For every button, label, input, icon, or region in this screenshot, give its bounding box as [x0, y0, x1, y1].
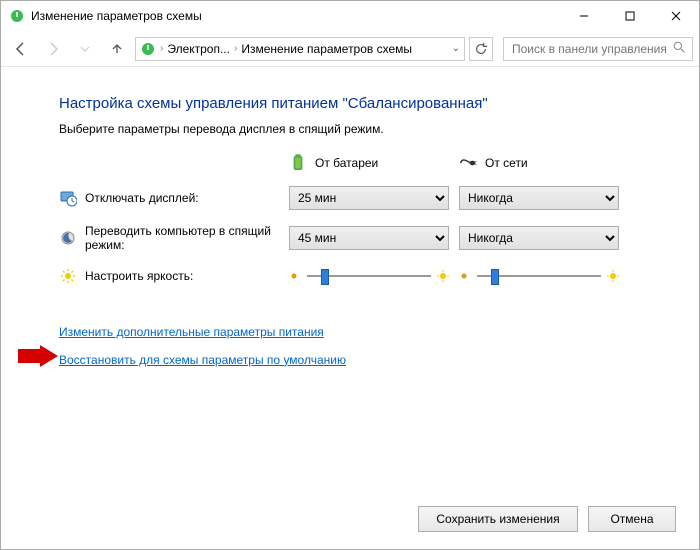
breadcrumb[interactable]: › Электроп... › Изменение параметров схе…: [135, 37, 465, 61]
row-brightness: Настроить яркость:: [59, 267, 289, 285]
maximize-button[interactable]: [607, 1, 653, 31]
moon-icon: [59, 229, 77, 247]
slider-thumb[interactable]: [491, 269, 499, 285]
link-advanced-power-settings[interactable]: Изменить дополнительные параметры питани…: [59, 325, 324, 339]
brightness-battery-slider[interactable]: [289, 268, 449, 284]
brightness-low-icon: [289, 270, 301, 282]
control-panel-icon: [140, 41, 156, 57]
battery-icon: [289, 154, 307, 172]
brightness-low-icon: [459, 270, 471, 282]
titlebar: Изменение параметров схемы: [1, 1, 699, 31]
monitor-timer-icon: [59, 189, 77, 207]
brightness-high-icon: [607, 270, 619, 282]
sun-icon: [59, 267, 77, 285]
window-title: Изменение параметров схемы: [31, 9, 561, 23]
app-icon: [9, 8, 25, 24]
minimize-button[interactable]: [561, 1, 607, 31]
search-icon: [673, 41, 686, 57]
brightness-high-icon: [437, 270, 449, 282]
up-button[interactable]: [103, 35, 131, 63]
display-battery-select[interactable]: 25 мин: [289, 186, 449, 210]
page-subheading: Выберите параметры перевода дисплея в сп…: [59, 122, 669, 136]
slider-thumb[interactable]: [321, 269, 329, 285]
chevron-right-icon: ›: [234, 43, 237, 54]
breadcrumb-item-2[interactable]: Изменение параметров схемы: [241, 42, 412, 56]
breadcrumb-item-1[interactable]: Электроп...: [167, 42, 230, 56]
back-button[interactable]: [7, 35, 35, 63]
close-button[interactable]: [653, 1, 699, 31]
forward-button[interactable]: [39, 35, 67, 63]
save-button[interactable]: Сохранить изменения: [418, 506, 578, 532]
row-sleep: Переводить компьютер в спящий режим:: [59, 224, 289, 253]
search-box[interactable]: [503, 37, 693, 61]
sleep-battery-select[interactable]: 45 мин: [289, 226, 449, 250]
display-plugged-select[interactable]: Никогда: [459, 186, 619, 210]
link-restore-defaults[interactable]: Восстановить для схемы параметры по умол…: [59, 353, 346, 367]
column-header-plugged: От сети: [459, 154, 629, 172]
chevron-right-icon: ›: [160, 43, 163, 54]
column-header-battery: От батареи: [289, 154, 459, 172]
row-display-off: Отключать дисплей:: [59, 189, 289, 207]
sleep-plugged-select[interactable]: Никогда: [459, 226, 619, 250]
plug-icon: [459, 154, 477, 172]
content-pane: Настройка схемы управления питанием "Сба…: [1, 67, 699, 391]
cancel-button[interactable]: Отмена: [588, 506, 676, 532]
recent-locations-dropdown[interactable]: [71, 35, 99, 63]
breadcrumb-dropdown-icon[interactable]: ⌄: [452, 43, 460, 54]
search-input[interactable]: [510, 41, 669, 57]
button-row: Сохранить изменения Отмена: [418, 506, 676, 532]
navbar: › Электроп... › Изменение параметров схе…: [1, 31, 699, 67]
annotation-arrow: [18, 345, 58, 370]
refresh-button[interactable]: [469, 37, 493, 61]
brightness-plugged-slider[interactable]: [459, 268, 619, 284]
page-heading: Настройка схемы управления питанием "Сба…: [59, 95, 669, 112]
